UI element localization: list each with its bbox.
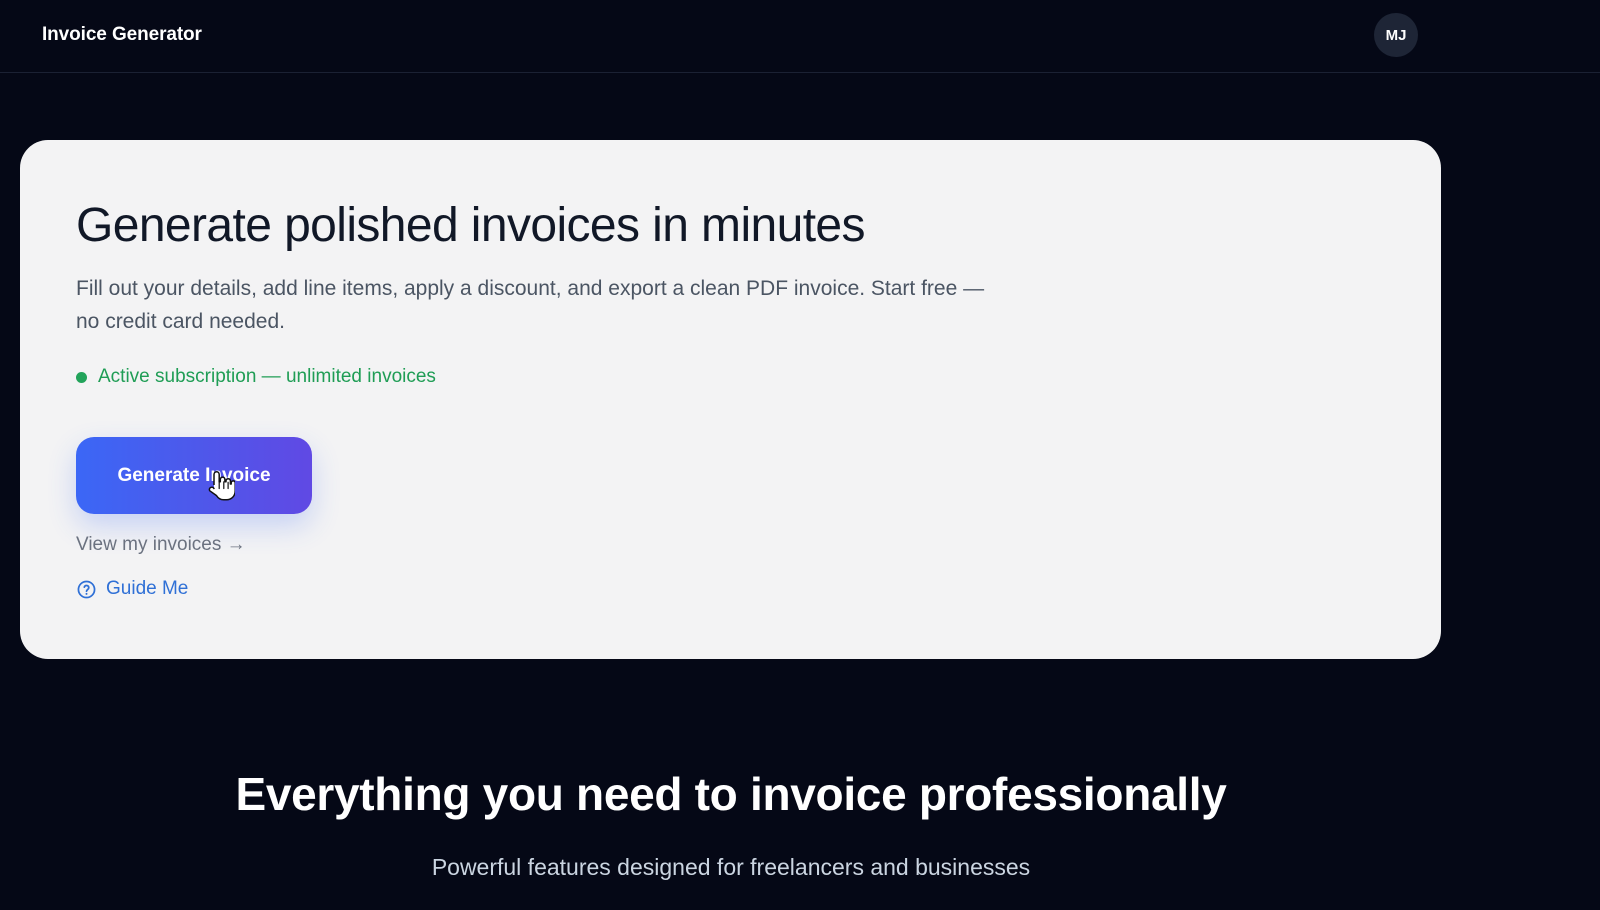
- status-dot-icon: [76, 371, 87, 383]
- hero-title: Generate polished invoices in minutes: [76, 199, 866, 252]
- features-subtitle: Powerful features designed for freelance…: [431, 854, 1031, 880]
- features-title: Everything you need to invoice professio…: [235, 768, 1227, 820]
- app-title: Invoice Generator: [42, 24, 202, 45]
- generate-invoice-button[interactable]: Generate Invoice: [76, 437, 312, 514]
- view-invoices-link[interactable]: View my invoices →: [76, 534, 246, 556]
- hero-card: Generate polished invoices in minutes Fi…: [20, 140, 1441, 659]
- user-avatar[interactable]: MJ: [1374, 13, 1418, 57]
- subscription-status-text: Active subscription — unlimited invoices: [98, 366, 436, 387]
- guide-me-link[interactable]: Guide Me: [76, 578, 188, 600]
- top-navigation: Invoice Generator MJ: [0, 0, 1600, 73]
- subscription-status: Active subscription — unlimited invoices: [76, 366, 436, 388]
- hero-description: Fill out your details, add line items, a…: [76, 277, 985, 333]
- guide-me-label: Guide Me: [106, 578, 189, 599]
- question-circle-icon: [77, 580, 96, 598]
